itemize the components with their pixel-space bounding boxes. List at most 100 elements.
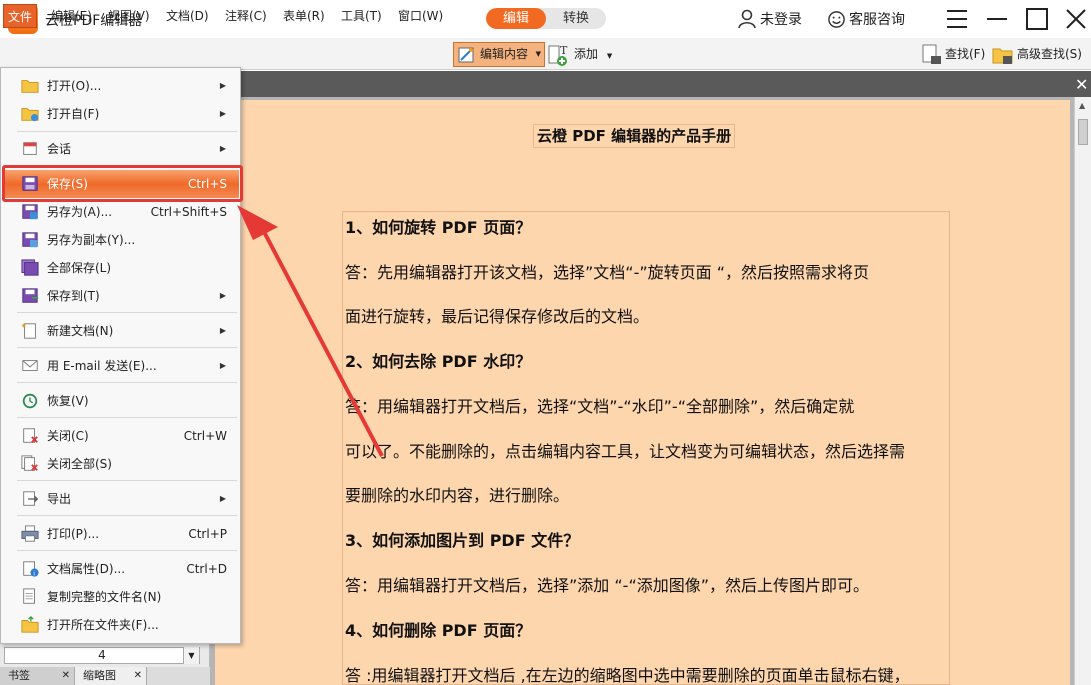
menu-separator — [17, 515, 237, 516]
chevron-right-icon: ▶ — [219, 494, 226, 503]
document-tab-strip — [210, 71, 1091, 97]
chevron-right-icon: ▶ — [219, 291, 226, 300]
add-button[interactable]: T 添加 ▼ — [548, 42, 612, 67]
page-dropdown-icon[interactable]: ▼ — [183, 647, 199, 664]
question-heading: 2、如何去除 PDF 水印？ — [345, 352, 532, 371]
save-as-icon — [22, 204, 38, 220]
menu-comment[interactable]: 注释(C) — [221, 4, 271, 28]
answer-text: 答 :用编辑器打开文档后 ,在左边的缩略图中选中需要删除的页面单击鼠标右键， — [345, 666, 910, 685]
menu-window[interactable]: 窗口(W) — [394, 4, 447, 28]
chevron-right-icon: ▶ — [219, 144, 226, 153]
folder-open-icon — [21, 80, 39, 93]
menu-item-label: 会话 — [47, 142, 72, 156]
mode-convert-button[interactable]: 转换 — [546, 8, 606, 29]
close-tab-icon[interactable]: ✕ — [1075, 75, 1088, 94]
close-icon[interactable]: ✕ — [134, 667, 142, 685]
menu-item-label: 关闭全部(S) — [47, 457, 112, 471]
file-menu-item-close-doc[interactable]: 关闭(C) Ctrl+W — [2, 422, 239, 450]
file-menu-item-session[interactable]: 会话 ▶ — [2, 135, 239, 163]
login-button[interactable]: 未登录 — [737, 9, 802, 29]
open-folder-icon — [21, 616, 39, 633]
menu-separator — [17, 347, 237, 348]
file-menu-item-close-all[interactable]: 关闭全部(S) — [2, 450, 239, 478]
close-icon[interactable] — [1063, 6, 1089, 32]
menu-form[interactable]: 表单(R) — [279, 4, 329, 28]
chevron-right-icon: ▶ — [219, 326, 226, 335]
find-button[interactable]: 查找(F) — [921, 42, 985, 67]
answer-text: 答：先用编辑器打开该文档，选择”文档“-”旋转页面 “，然后按照需求将页 — [345, 263, 870, 282]
file-menu-item-print[interactable]: 打印(P)... Ctrl+P — [2, 520, 239, 548]
menu-separator — [17, 480, 237, 481]
save-to-icon — [22, 288, 39, 303]
file-menu-item-save-to[interactable]: 保存到(T) ▶ — [2, 282, 239, 310]
save-copy-icon — [22, 232, 38, 248]
menu-separator — [17, 550, 237, 551]
chevron-right-icon: ▶ — [219, 361, 226, 370]
folder-search-icon — [992, 48, 1013, 64]
file-menu-item-open-folder[interactable]: 打开所在文件夹(F)... — [2, 611, 239, 639]
maximize-icon[interactable] — [1024, 6, 1050, 32]
menu-item-label: 打开(O)... — [47, 79, 102, 93]
menu-document[interactable]: 文档(D) — [162, 4, 213, 28]
menu-view[interactable]: 视图(V) — [104, 4, 154, 28]
file-menu: 打开(O)... ▶ 打开自(F) ▶ 会话 ▶ 保存(S) Ctrl+S 另存为(A)... C… — [0, 67, 241, 644]
answer-text: 面进行旋转，最后记得保存修改后的文档。 — [345, 307, 650, 326]
file-menu-item-restore[interactable]: 恢复(V) — [2, 387, 239, 415]
mode-edit-button[interactable]: 编辑 — [486, 8, 546, 29]
menu-item-label: 另存为副本(Y)... — [47, 233, 136, 247]
document-title: 云橙 PDF 编辑器的产品手册 — [533, 124, 736, 148]
vertical-scrollbar[interactable]: ▲ — [1074, 97, 1091, 685]
support-label: 客服咨询 — [849, 12, 905, 28]
user-icon — [738, 9, 756, 29]
menu-item-label: 打印(P)... — [47, 527, 100, 541]
menu-item-label: 用 E-mail 发送(E)... — [47, 359, 157, 373]
svg-text:i: i — [33, 570, 35, 577]
menu-tools[interactable]: 工具(T) — [337, 4, 386, 28]
menu-separator — [17, 382, 237, 383]
menu-item-label: 导出 — [47, 492, 72, 506]
edit-content-button[interactable]: 编辑内容 ▼ — [453, 42, 545, 67]
advanced-find-button[interactable]: 高级查找(S) — [992, 42, 1082, 67]
file-menu-item-save-as[interactable]: 另存为(A)... Ctrl+Shift+S — [2, 198, 239, 226]
session-icon — [23, 142, 37, 155]
tab-bookmarks[interactable]: 书签 ✕ — [0, 667, 75, 685]
menu-item-label: 保存到(T) — [47, 289, 100, 303]
find-icon — [922, 44, 941, 64]
login-label: 未登录 — [760, 12, 802, 28]
panel-tabs: 书签 ✕ 缩略图 ✕ — [0, 667, 210, 685]
close-icon[interactable]: ✕ — [62, 667, 70, 685]
close-all-icon — [21, 455, 38, 471]
menu-item-label: 恢复(V) — [47, 394, 89, 408]
add-label: 添加 — [574, 47, 599, 61]
menu-file[interactable]: 文件 — [3, 4, 38, 28]
properties-icon: i — [23, 561, 39, 577]
file-menu-item-folder-web[interactable]: 打开自(F) ▶ — [2, 100, 239, 128]
menu-item-label: 文档属性(D)... — [47, 562, 126, 576]
scroll-up-icon[interactable]: ▲ — [1079, 101, 1085, 110]
chevron-right-icon: ▶ — [219, 81, 226, 90]
minimize-icon[interactable] — [984, 6, 1010, 32]
file-menu-item-email[interactable]: 用 E-mail 发送(E)... ▶ — [2, 352, 239, 380]
tab-thumbnails[interactable]: 缩略图 ✕ — [75, 667, 147, 685]
file-menu-item-save-all[interactable]: 全部保存(L) — [2, 254, 239, 282]
question-heading: 1、如何旋转 PDF 页面？ — [345, 218, 532, 237]
scroll-thumb[interactable] — [1078, 119, 1088, 145]
support-button[interactable]: 客服咨询 — [827, 9, 905, 29]
menu-item-label: 复制完整的文件名(N) — [47, 590, 162, 604]
menu-item-label: 另存为(A)... — [47, 205, 113, 219]
file-menu-item-new-document[interactable]: 新建文档(N) ▶ — [2, 317, 239, 345]
smile-icon — [828, 10, 845, 28]
menu-edit[interactable]: 编辑(E) — [47, 4, 96, 28]
file-menu-item-properties[interactable]: i 文档属性(D)... Ctrl+D — [2, 555, 239, 583]
restore-icon — [22, 393, 38, 409]
menu-item-shortcut: Ctrl+P — [188, 527, 227, 541]
hamburger-menu-icon[interactable] — [944, 6, 970, 32]
menu-separator — [17, 131, 237, 132]
menu-item-label: 新建文档(N) — [47, 324, 114, 338]
file-menu-item-copy-filename[interactable]: 复制完整的文件名(N) — [2, 583, 239, 611]
file-menu-item-export[interactable]: 导出 ▶ — [2, 485, 239, 513]
copy-filename-icon — [23, 588, 35, 604]
file-menu-item-save-copy[interactable]: 另存为副本(Y)... — [2, 226, 239, 254]
file-menu-item-folder-open[interactable]: 打开(O)... ▶ — [2, 72, 239, 100]
page-number-field[interactable]: 4 — [4, 647, 200, 664]
